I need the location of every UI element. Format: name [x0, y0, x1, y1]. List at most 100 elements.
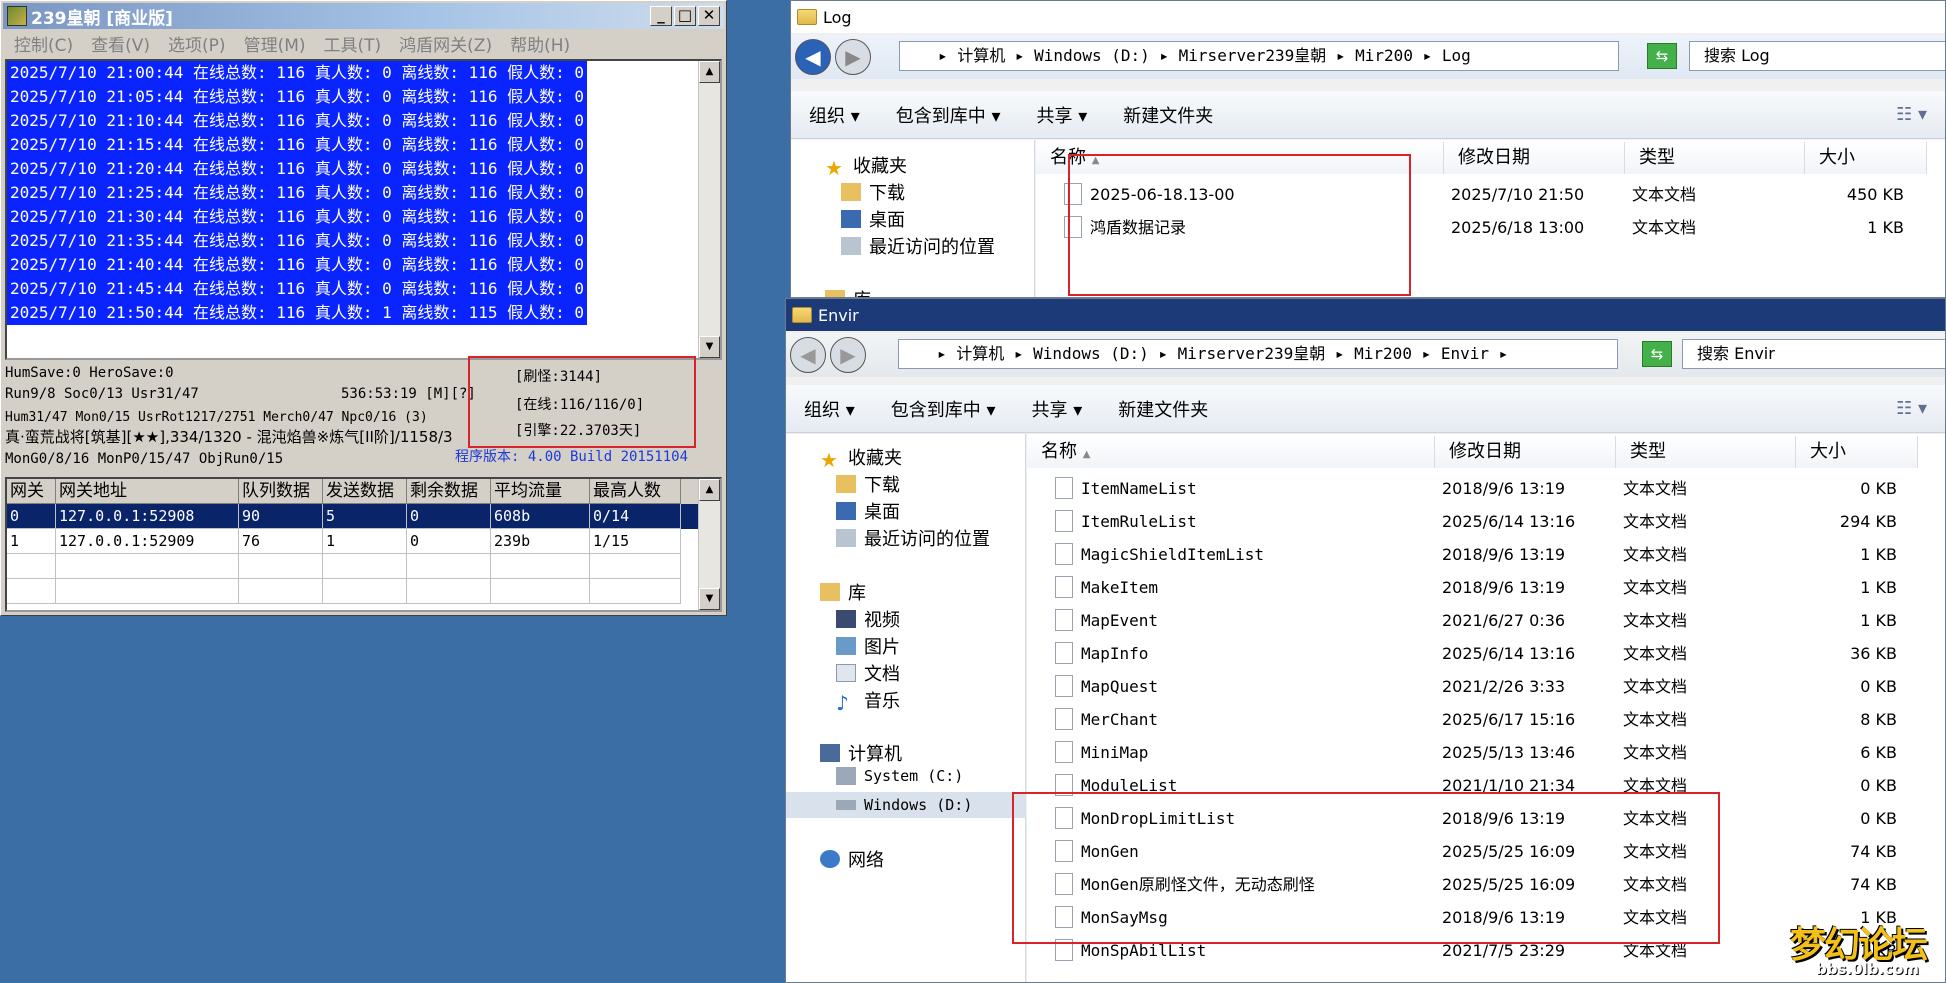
file-name: ItemRuleList	[1081, 512, 1197, 531]
log-line[interactable]: 2025/7/10 21:05:44 在线总数: 116 真人数: 0 离线数:…	[7, 85, 587, 109]
organize-button[interactable]: 组织 ▾	[791, 102, 878, 128]
file-row[interactable]: MapInfo 2025/6/14 13:16 文本文档 36 KB	[1027, 637, 1945, 670]
log-search-input[interactable]: 搜索 Log	[1689, 41, 1945, 71]
nav-favorites[interactable]: ★ 收藏夹	[825, 152, 907, 180]
file-row[interactable]: MerChant 2025/6/17 15:16 文本文档 8 KB	[1027, 703, 1945, 736]
col-date[interactable]: 修改日期	[1435, 436, 1616, 468]
envir-titlebar[interactable]: Envir	[786, 299, 1945, 331]
include-library-button[interactable]: 包含到库中 ▾	[878, 102, 1019, 128]
col-type[interactable]: 类型	[1625, 142, 1805, 174]
refresh-icon[interactable]: ⇆	[1647, 43, 1677, 69]
col-size[interactable]: 大小	[1796, 436, 1918, 468]
nav-documents[interactable]: 文档	[836, 660, 900, 686]
file-row[interactable]: MiniMap 2025/5/13 13:46 文本文档 6 KB	[1027, 736, 1945, 769]
log-line[interactable]: 2025/7/10 21:15:44 在线总数: 116 真人数: 0 离线数:…	[7, 133, 587, 157]
server-titlebar[interactable]: 239皇朝 [商业版] _ □ ✕	[3, 3, 724, 29]
col-size[interactable]: 大小	[1805, 142, 1927, 174]
log-scrollbar[interactable]: ▲ ▼	[698, 61, 720, 358]
back-arrow-icon[interactable]: ◀	[790, 337, 826, 373]
view-options-icon[interactable]: ☷ ▾	[1878, 104, 1945, 125]
organize-button[interactable]: 组织 ▾	[786, 396, 873, 422]
grid-row[interactable]: 0 127.0.0.1:52908 90 5 0 608b 0/14	[7, 504, 720, 529]
file-row[interactable]: ItemRuleList 2025/6/14 13:16 文本文档 294 KB	[1027, 505, 1945, 538]
col-type[interactable]: 类型	[1616, 436, 1796, 468]
view-options-icon[interactable]: ☷ ▾	[1878, 398, 1945, 419]
col-name[interactable]: 名称 ▲	[1027, 436, 1435, 468]
envir-address-input[interactable]: ▸ 计算机 ▸ Windows (D:) ▸ Mirserver239皇朝 ▸ …	[898, 339, 1618, 369]
forward-arrow-icon[interactable]: ▶	[830, 337, 866, 373]
share-button[interactable]: 共享 ▾	[1014, 396, 1101, 422]
log-line[interactable]: 2025/7/10 21:50:44 在线总数: 116 真人数: 1 离线数:…	[7, 301, 587, 325]
minimize-button[interactable]: _	[650, 6, 672, 26]
col-traffic[interactable]: 平均流量	[491, 479, 590, 504]
log-line[interactable]: 2025/7/10 21:40:44 在线总数: 116 真人数: 0 离线数:…	[7, 253, 587, 277]
log-line[interactable]: 2025/7/10 21:30:44 在线总数: 116 真人数: 0 离线数:…	[7, 205, 587, 229]
log-line[interactable]: 2025/7/10 21:00:44 在线总数: 116 真人数: 0 离线数:…	[7, 61, 587, 85]
log-line[interactable]: 2025/7/10 21:20:44 在线总数: 116 真人数: 0 离线数:…	[7, 157, 587, 181]
nav-videos[interactable]: 视频	[836, 606, 900, 632]
scroll-up-arrow-icon[interactable]: ▲	[699, 479, 720, 501]
log-address-input[interactable]: ▸ 计算机 ▸ Windows (D:) ▸ Mirserver239皇朝 ▸ …	[899, 41, 1619, 71]
menu-options[interactable]: 选项(P)	[159, 31, 235, 56]
nav-downloads[interactable]: 下载	[836, 471, 900, 497]
menu-control[interactable]: 控制(C)	[5, 31, 82, 56]
log-line[interactable]: 2025/7/10 21:10:44 在线总数: 116 真人数: 0 离线数:…	[7, 109, 587, 133]
grid-scrollbar[interactable]: ▲ ▼	[698, 479, 720, 610]
nav-network[interactable]: 网络	[820, 846, 884, 872]
menu-view[interactable]: 查看(V)	[82, 31, 159, 56]
include-library-button[interactable]: 包含到库中 ▾	[873, 396, 1014, 422]
menu-help[interactable]: 帮助(H)	[501, 31, 579, 56]
nav-libraries[interactable]: 库	[825, 286, 871, 297]
file-date: 2025/6/14 13:16	[1442, 644, 1576, 663]
nav-downloads[interactable]: 下载	[841, 179, 905, 205]
grid-row[interactable]: 1 127.0.0.1:52909 76 1 0 239b 1/15	[7, 529, 720, 554]
back-arrow-icon[interactable]: ◀	[795, 39, 831, 75]
scroll-down-arrow-icon[interactable]: ▼	[699, 336, 720, 358]
menu-gateway[interactable]: 鸿盾网关(Z)	[390, 31, 501, 56]
forward-arrow-icon[interactable]: ▶	[835, 39, 871, 75]
nav-drive-d[interactable]: Windows (D:)	[786, 792, 1026, 818]
maximize-button[interactable]: □	[674, 6, 696, 26]
col-max[interactable]: 最高人数	[590, 479, 681, 504]
nav-music[interactable]: ♪ 音乐	[836, 687, 900, 715]
nav-favorites[interactable]: ★ 收藏夹	[820, 444, 902, 472]
refresh-icon[interactable]: ⇆	[1642, 341, 1672, 367]
log-titlebar[interactable]: Log	[791, 1, 1945, 33]
star-icon: ★	[825, 156, 843, 180]
file-row[interactable]: MakeItem 2018/9/6 13:19 文本文档 1 KB	[1027, 571, 1945, 604]
close-button[interactable]: ✕	[698, 6, 720, 26]
col-date[interactable]: 修改日期	[1444, 142, 1625, 174]
file-row[interactable]: ItemNameList 2018/9/6 13:19 文本文档 0 KB	[1027, 472, 1945, 505]
nav-pictures[interactable]: 图片	[836, 633, 900, 659]
log-line[interactable]: 2025/7/10 21:45:44 在线总数: 116 真人数: 0 离线数:…	[7, 277, 587, 301]
file-row[interactable]: MapQuest 2021/2/26 3:33 文本文档 0 KB	[1027, 670, 1945, 703]
file-type: 文本文档	[1623, 644, 1688, 663]
menu-tools[interactable]: 工具(T)	[315, 31, 391, 56]
nav-drive-c[interactable]: System (C:)	[836, 767, 963, 785]
menu-manage[interactable]: 管理(M)	[235, 31, 315, 56]
envir-search-input[interactable]: 搜索 Envir	[1682, 339, 1945, 369]
col-address[interactable]: 网关地址	[56, 479, 239, 504]
gateway-grid[interactable]: 网关 网关地址 队列数据 发送数据 剩余数据 平均流量 最高人数 0 127.0…	[5, 477, 722, 612]
file-row[interactable]: MapEvent 2021/6/27 0:36 文本文档 1 KB	[1027, 604, 1945, 637]
share-button[interactable]: 共享 ▾	[1019, 102, 1106, 128]
col-gateway[interactable]: 网关	[7, 479, 56, 504]
nav-recent[interactable]: 最近访问的位置	[841, 233, 995, 259]
nav-desktop[interactable]: 桌面	[841, 206, 905, 232]
scroll-down-arrow-icon[interactable]: ▼	[699, 588, 720, 610]
new-folder-button[interactable]: 新建文件夹	[1105, 102, 1231, 128]
file-row[interactable]: MagicShieldItemList 2018/9/6 13:19 文本文档 1 K…	[1027, 538, 1945, 571]
nav-computer[interactable]: 计算机	[820, 740, 902, 766]
nav-libraries[interactable]: 库	[820, 579, 866, 605]
scroll-up-arrow-icon[interactable]: ▲	[699, 61, 720, 83]
col-sent[interactable]: 发送数据	[323, 479, 407, 504]
col-remain[interactable]: 剩余数据	[407, 479, 491, 504]
new-folder-button[interactable]: 新建文件夹	[1100, 396, 1226, 422]
log-line[interactable]: 2025/7/10 21:35:44 在线总数: 116 真人数: 0 离线数:…	[7, 229, 587, 253]
log-line[interactable]: 2025/7/10 21:25:44 在线总数: 116 真人数: 0 离线数:…	[7, 181, 587, 205]
log-listbox[interactable]: 2025/7/10 21:00:44 在线总数: 116 真人数: 0 离线数:…	[5, 59, 722, 360]
col-queue[interactable]: 队列数据	[239, 479, 323, 504]
nav-recent[interactable]: 最近访问的位置	[836, 525, 990, 551]
nav-desktop[interactable]: 桌面	[836, 498, 900, 524]
grid-cell: 608b	[491, 504, 590, 529]
